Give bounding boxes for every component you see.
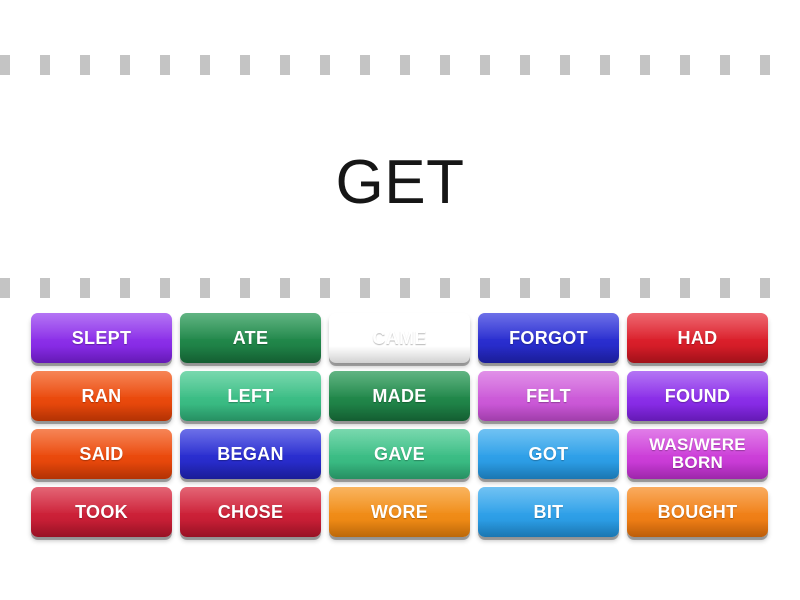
dash-mark: [440, 55, 450, 75]
dash-mark: [0, 55, 10, 75]
answer-tile[interactable]: GOT: [478, 429, 619, 479]
answer-tile-label: MADE: [372, 385, 427, 406]
answer-tile-label: FOUND: [664, 385, 731, 406]
dash-mark: [120, 55, 130, 75]
dashed-divider-top: [0, 55, 800, 75]
dash-mark: [240, 278, 250, 298]
answer-tile-label: RAN: [81, 385, 122, 406]
answer-tile-label: ATE: [232, 327, 269, 348]
dash-mark: [520, 55, 530, 75]
answer-tile-label: WORE: [370, 501, 429, 522]
answer-tile[interactable]: BIT: [478, 487, 619, 537]
dash-mark: [40, 55, 50, 75]
answer-tile-label: CAME: [372, 327, 427, 348]
dash-mark: [160, 55, 170, 75]
answer-tile[interactable]: SAID: [31, 429, 172, 479]
answer-tile[interactable]: MADE: [329, 371, 470, 421]
dash-mark: [720, 55, 730, 75]
answer-tile[interactable]: FELT: [478, 371, 619, 421]
answer-tile[interactable]: LEFT: [180, 371, 321, 421]
answer-tile[interactable]: HAD: [627, 313, 768, 363]
answer-tile[interactable]: RAN: [31, 371, 172, 421]
dash-mark: [680, 278, 690, 298]
answer-tile[interactable]: WAS/WERE BORN: [627, 429, 768, 479]
dash-mark: [280, 278, 290, 298]
answer-tile-label: LEFT: [227, 385, 274, 406]
activity-stage: GET SLEPT ATE CAME FORGOT HAD RAN LEFT MADE FELT…: [0, 0, 800, 600]
answer-tile-label: SLEPT: [71, 327, 132, 348]
dash-mark: [400, 55, 410, 75]
dash-mark: [600, 278, 610, 298]
answer-tile[interactable]: TOOK: [31, 487, 172, 537]
dash-mark: [480, 55, 490, 75]
prompt-word: GET: [335, 147, 465, 217]
answer-tile-label: TOOK: [75, 501, 128, 522]
dash-mark: [440, 278, 450, 298]
dash-mark: [640, 55, 650, 75]
answer-tile-grid: SLEPT ATE CAME FORGOT HAD RAN LEFT MADE FELT FOUN…: [31, 313, 768, 537]
answer-tile[interactable]: FOUND: [627, 371, 768, 421]
dash-mark: [360, 278, 370, 298]
dash-mark: [640, 278, 650, 298]
answer-tile[interactable]: CHOSE: [180, 487, 321, 537]
dash-mark: [200, 55, 210, 75]
dash-mark: [320, 278, 330, 298]
prompt-area: GET: [0, 95, 800, 270]
dash-mark: [360, 55, 370, 75]
dash-mark: [760, 278, 770, 298]
answer-tile-label: BOUGHT: [657, 501, 738, 522]
answer-tile[interactable]: BOUGHT: [627, 487, 768, 537]
answer-tile-label: FORGOT: [509, 327, 588, 348]
dash-mark: [560, 55, 570, 75]
dash-mark: [520, 278, 530, 298]
answer-tile[interactable]: SLEPT: [31, 313, 172, 363]
dashed-divider-bottom: [0, 278, 800, 298]
answer-tile[interactable]: BEGAN: [180, 429, 321, 479]
dash-mark: [760, 55, 770, 75]
dash-mark: [480, 278, 490, 298]
dash-mark: [720, 278, 730, 298]
dash-mark: [400, 278, 410, 298]
answer-tile-label: BEGAN: [217, 443, 284, 464]
answer-tile-label: WAS/WERE BORN: [649, 435, 746, 472]
dash-mark: [120, 278, 130, 298]
answer-tile[interactable]: FORGOT: [478, 313, 619, 363]
answer-tile[interactable]: GAVE: [329, 429, 470, 479]
dash-mark: [200, 278, 210, 298]
answer-tile-label: FELT: [526, 385, 571, 406]
dash-mark: [80, 55, 90, 75]
dash-mark: [0, 278, 10, 298]
answer-tile-label: GOT: [528, 443, 569, 464]
dash-mark: [680, 55, 690, 75]
answer-tile[interactable]: WORE: [329, 487, 470, 537]
dash-mark: [160, 278, 170, 298]
dash-mark: [600, 55, 610, 75]
dash-mark: [280, 55, 290, 75]
dash-mark: [80, 278, 90, 298]
answer-tile-label: GAVE: [374, 443, 425, 464]
answer-tile-label: CHOSE: [217, 501, 284, 522]
dash-mark: [320, 55, 330, 75]
dash-mark: [40, 278, 50, 298]
answer-tile-label: HAD: [677, 327, 718, 348]
dash-mark: [240, 55, 250, 75]
answer-tile-label: SAID: [79, 443, 124, 464]
answer-tile[interactable]: ATE: [180, 313, 321, 363]
answer-tile-label: BIT: [533, 501, 564, 522]
dash-mark: [560, 278, 570, 298]
answer-tile[interactable]: CAME: [329, 313, 470, 363]
